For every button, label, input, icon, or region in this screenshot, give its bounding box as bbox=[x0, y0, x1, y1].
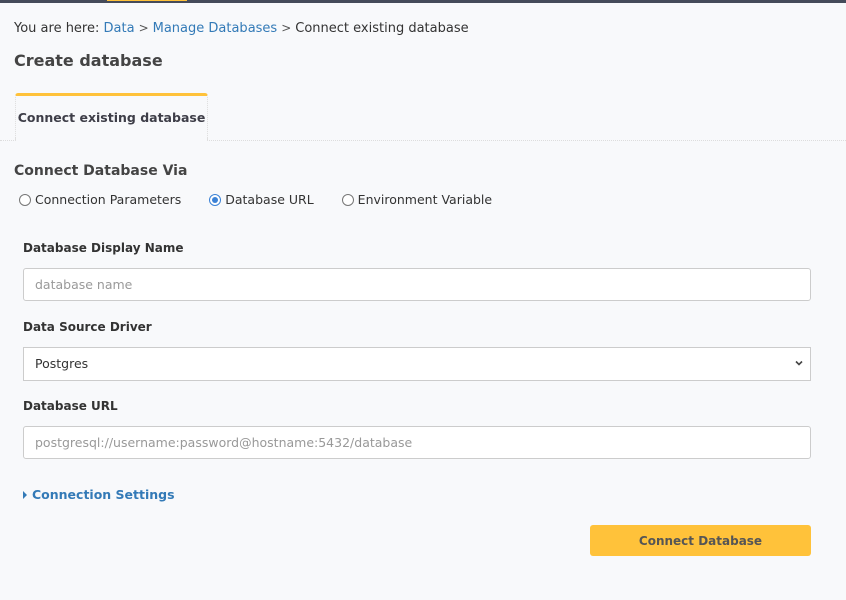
database-display-name-input[interactable] bbox=[23, 268, 811, 301]
radio-button[interactable] bbox=[341, 193, 354, 206]
breadcrumb-link-data[interactable]: Data bbox=[104, 21, 135, 36]
breadcrumb: You are here: Data > Manage Databases > Conn… bbox=[14, 19, 469, 38]
connect-via-heading: Connect Database Via bbox=[14, 163, 188, 179]
connect-database-button[interactable]: Connect Database bbox=[590, 525, 811, 556]
display-name-label: Database Display Name bbox=[23, 241, 184, 255]
selected-driver: Postgres bbox=[35, 356, 89, 371]
connection-settings-label: Connection Settings bbox=[32, 487, 175, 502]
radio-button-checked[interactable] bbox=[209, 193, 222, 206]
breadcrumb-separator: > bbox=[281, 21, 292, 35]
data-source-driver-label: Data Source Driver bbox=[23, 320, 152, 334]
breadcrumb-separator: > bbox=[138, 21, 149, 35]
caret-right-icon bbox=[23, 490, 27, 499]
radio-label: Environment Variable bbox=[357, 192, 493, 207]
chevron-down-icon bbox=[795, 360, 803, 366]
radio-database-url[interactable]: Database URL bbox=[209, 192, 314, 207]
database-url-label: Database URL bbox=[23, 399, 118, 413]
database-url-input[interactable] bbox=[23, 426, 811, 459]
breadcrumb-current: Connect existing database bbox=[295, 21, 469, 36]
radio-label: Database URL bbox=[225, 192, 314, 207]
tab-connect-existing-database[interactable]: Connect existing database bbox=[15, 93, 208, 141]
tab-active-underline-mask bbox=[16, 140, 207, 142]
top-nav-bar bbox=[0, 0, 846, 3]
page-title: Create database bbox=[14, 51, 163, 70]
breadcrumb-link-manage-databases[interactable]: Manage Databases bbox=[153, 21, 278, 36]
connect-via-radio-group: Connection Parameters Database URL Envir… bbox=[19, 192, 492, 207]
radio-environment-variable[interactable]: Environment Variable bbox=[341, 192, 493, 207]
connection-settings-toggle[interactable]: Connection Settings bbox=[23, 487, 175, 502]
tab-bar: Connect existing database bbox=[0, 93, 846, 141]
data-source-driver-select[interactable]: Postgres bbox=[23, 347, 811, 381]
radio-label: Connection Parameters bbox=[35, 192, 182, 207]
breadcrumb-prefix: You are here: bbox=[14, 21, 100, 36]
radio-connection-parameters[interactable]: Connection Parameters bbox=[19, 192, 181, 207]
active-nav-indicator bbox=[107, 0, 187, 1]
radio-button[interactable] bbox=[19, 193, 31, 206]
